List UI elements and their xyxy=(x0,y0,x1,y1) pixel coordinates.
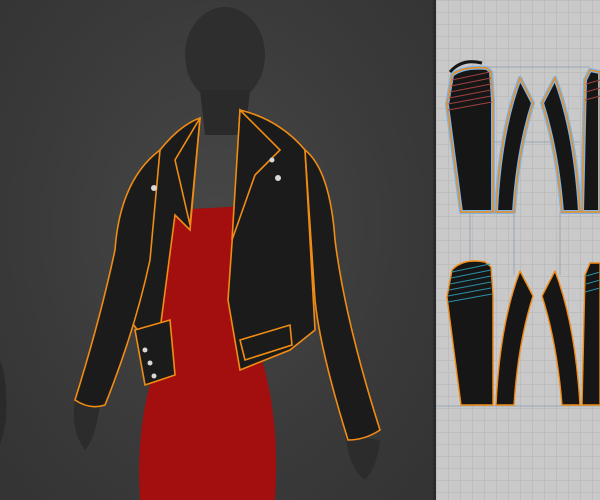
pattern-row-selected xyxy=(445,60,600,214)
avatar-garment-render xyxy=(0,7,381,500)
pattern-row xyxy=(446,260,600,406)
sleeve-under-piece[interactable] xyxy=(494,76,535,214)
jacket-right-sleeve xyxy=(304,148,381,441)
sleeve-top-piece[interactable] xyxy=(445,65,495,214)
pattern-pieces xyxy=(436,60,600,407)
sleeve-under-piece-2-mirror[interactable] xyxy=(541,270,581,406)
avatar-left-hand xyxy=(73,400,100,450)
avatar-right-hand xyxy=(345,435,380,480)
sleeve-top-piece-2-mirror[interactable] xyxy=(581,262,600,406)
3d-viewport[interactable] xyxy=(0,0,433,500)
sleeve-under-piece-2[interactable] xyxy=(495,270,534,406)
2d-pattern-window[interactable] xyxy=(436,0,600,500)
sleeve-under-piece-mirror[interactable] xyxy=(540,76,582,214)
avatar-head xyxy=(185,7,265,103)
partial-avatar-arm xyxy=(0,360,7,445)
